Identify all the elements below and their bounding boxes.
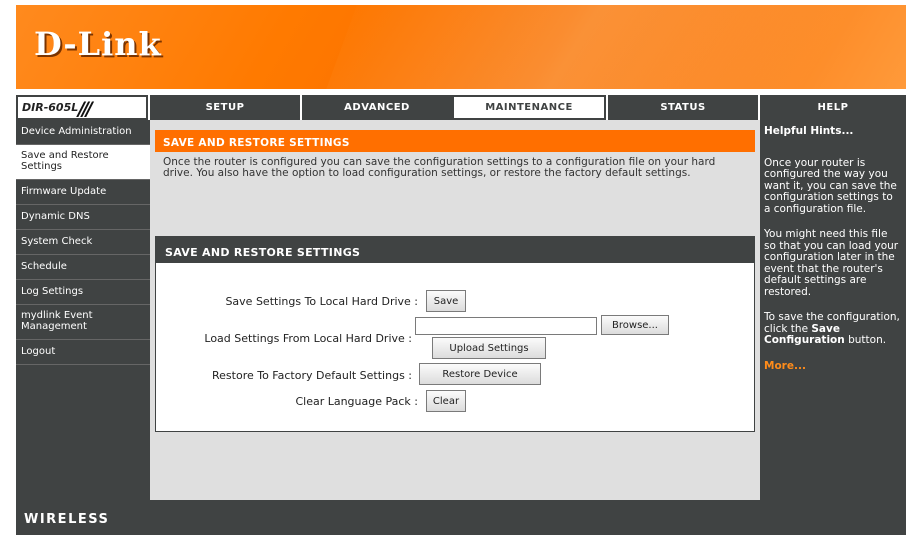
sidebar-item-system-check[interactable]: System Check xyxy=(16,230,150,255)
tab-maintenance[interactable]: MAINTENANCE xyxy=(452,95,606,120)
tab-status[interactable]: STATUS xyxy=(606,95,758,120)
sidebar: Device Administration Save and Restore S… xyxy=(16,120,150,500)
header-banner: D-Link xyxy=(16,5,906,89)
sidebar-item-logout[interactable]: Logout xyxy=(16,340,150,365)
help-paragraph-2: You might need this file so that you can… xyxy=(764,228,899,298)
clear-button[interactable]: Clear xyxy=(426,390,466,412)
help-paragraph-3: To save the configuration, click the Sav… xyxy=(764,311,902,347)
main-content: SAVE AND RESTORE SETTINGS Once the route… xyxy=(150,120,760,500)
help-panel: Helpful Hints... Once your router is con… xyxy=(760,120,906,500)
settings-title: SAVE AND RESTORE SETTINGS xyxy=(156,237,754,263)
intro-section: SAVE AND RESTORE SETTINGS Once the route… xyxy=(155,130,755,230)
model-name: DIR-605L xyxy=(22,101,79,114)
load-settings-label: Load Settings From Local Hard Drive : xyxy=(204,332,412,345)
sidebar-item-log-settings[interactable]: Log Settings xyxy=(16,280,150,305)
intro-text: Once the router is configured you can sa… xyxy=(163,156,716,179)
tab-advanced[interactable]: ADVANCED xyxy=(300,95,452,120)
sidebar-item-device-administration[interactable]: Device Administration xyxy=(16,120,150,145)
help-p3-after: button. xyxy=(848,334,887,346)
sidebar-item-firmware-update[interactable]: Firmware Update xyxy=(16,180,150,205)
tab-setup[interactable]: SETUP xyxy=(148,95,300,120)
help-title: Helpful Hints... xyxy=(764,125,854,137)
save-button[interactable]: Save xyxy=(426,290,466,312)
upload-settings-button[interactable]: Upload Settings xyxy=(432,337,546,359)
dlink-logo: D-Link xyxy=(34,25,162,63)
file-input[interactable] xyxy=(415,317,597,335)
save-settings-label: Save Settings To Local Hard Drive : xyxy=(225,295,418,308)
banner-sheen xyxy=(320,5,906,89)
wireless-label: WIRELESS xyxy=(24,512,110,527)
clear-language-label: Clear Language Pack : xyxy=(295,395,418,408)
sidebar-item-dynamic-dns[interactable]: Dynamic DNS xyxy=(16,205,150,230)
model-label: DIR-605L /// xyxy=(16,95,148,120)
settings-section: SAVE AND RESTORE SETTINGS Save Settings … xyxy=(155,236,755,432)
help-paragraph-1: Once your router is configured the way y… xyxy=(764,156,897,215)
help-more-link[interactable]: More... xyxy=(764,360,902,373)
top-nav: DIR-605L /// SETUP ADVANCED MAINTENANCE … xyxy=(16,95,906,120)
sidebar-item-schedule[interactable]: Schedule xyxy=(16,255,150,280)
browse-button[interactable]: Browse... xyxy=(601,315,669,335)
restore-device-button[interactable]: Restore Device xyxy=(419,363,541,385)
intro-title: SAVE AND RESTORE SETTINGS xyxy=(155,130,755,152)
slash-decoration: /// xyxy=(78,98,93,120)
tab-help[interactable]: HELP xyxy=(758,95,906,120)
footer: WIRELESS xyxy=(16,500,906,535)
sidebar-item-save-restore[interactable]: Save and Restore Settings xyxy=(16,145,150,180)
restore-label: Restore To Factory Default Settings : xyxy=(212,369,412,382)
sidebar-item-mydlink-event[interactable]: mydlink Event Management xyxy=(16,305,150,340)
